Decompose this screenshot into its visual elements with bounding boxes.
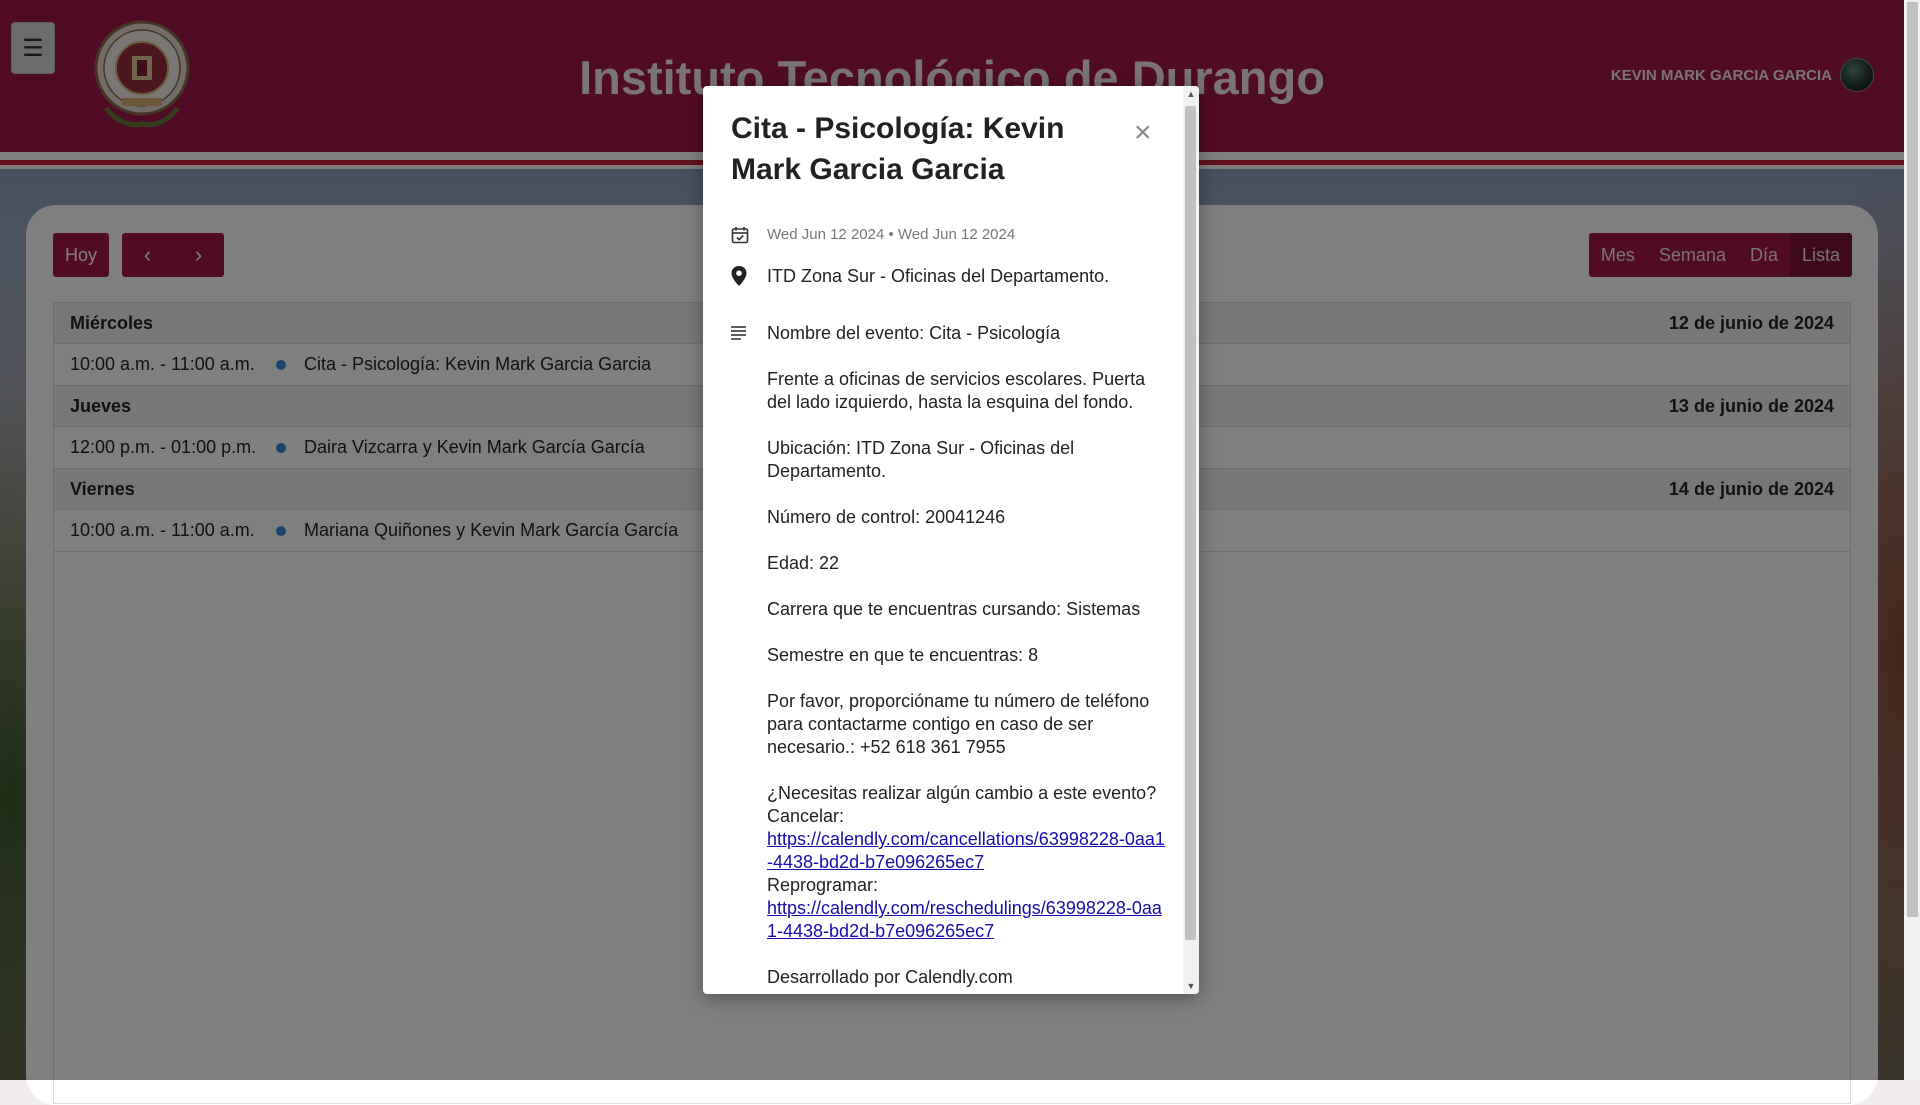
desc-reschedule-label: Reprogramar: (767, 875, 879, 895)
desc-semester: Semestre en que te encuentras: 8 (767, 645, 1039, 665)
event-date-row: Wed Jun 12 2024 • Wed Jun 12 2024 (731, 226, 1015, 244)
desc-change-section: ¿Necesitas realizar algún cambio a este … (767, 782, 1167, 943)
reschedule-link[interactable]: https://calendly.com/reschedulings/63998… (767, 898, 1162, 941)
cancel-link[interactable]: https://calendly.com/cancellations/63998… (767, 829, 1165, 872)
event-description-row: Nombre del evento: Cita - Psicología Fre… (731, 322, 1167, 994)
desc-age: Edad: 22 (767, 553, 840, 573)
location-pin-icon (731, 266, 767, 286)
modal-title: Cita - Psicología: Kevin Mark Garcia Gar… (731, 112, 1065, 186)
scroll-up-arrow-icon[interactable]: ▲ (1183, 86, 1199, 102)
event-description: Nombre del evento: Cita - Psicología Fre… (767, 322, 1167, 994)
event-detail-modal: Cita - Psicología: Kevin Mark Garcia Gar… (703, 86, 1199, 994)
desc-location: Ubicación: ITD Zona Sur - Oficinas del D… (767, 438, 1075, 481)
desc-change-question: ¿Necesitas realizar algún cambio a este … (767, 783, 1157, 803)
desc-directions: Frente a oficinas de servicios escolares… (767, 369, 1146, 412)
description-lines-icon (731, 322, 767, 340)
modal-scrollbar-thumb[interactable] (1185, 106, 1196, 940)
desc-control-number: Número de control: 20041246 (767, 507, 1006, 527)
desc-cancel-label: Cancelar: (767, 806, 845, 826)
desc-career: Carrera que te encuentras cursando: Sist… (767, 599, 1141, 619)
desc-phone: Por favor, proporcióname tu número de te… (767, 691, 1150, 757)
close-icon[interactable]: × (1134, 118, 1152, 148)
scroll-down-arrow-icon[interactable]: ▼ (1183, 978, 1199, 994)
event-location: ITD Zona Sur - Oficinas del Departamento… (767, 266, 1110, 286)
desc-footer: Desarrollado por Calendly.com (767, 967, 1013, 987)
event-location-row: ITD Zona Sur - Oficinas del Departamento… (731, 266, 1109, 287)
page-scrollbar-thumb[interactable] (1907, 2, 1918, 917)
event-date-range: Wed Jun 12 2024 • Wed Jun 12 2024 (767, 226, 1016, 243)
desc-event-name: Nombre del evento: Cita - Psicología (767, 323, 1061, 343)
calendar-check-icon (731, 226, 767, 244)
